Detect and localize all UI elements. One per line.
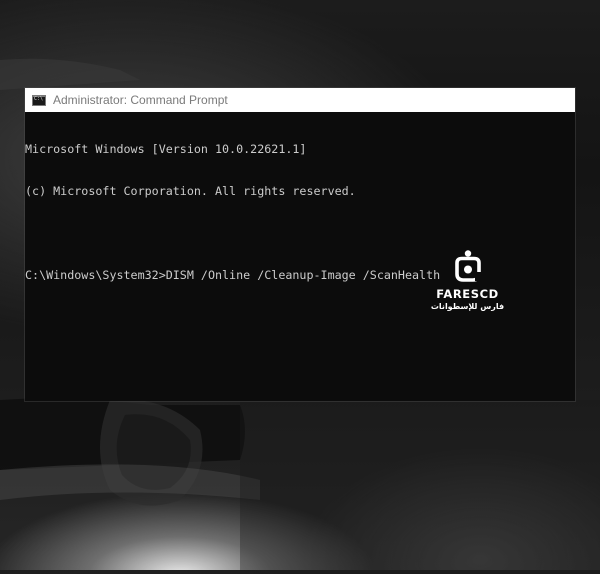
faresCD-logo-icon xyxy=(454,250,481,282)
cmd-icon xyxy=(32,94,46,106)
command-prompt-window[interactable]: Administrator: Command Prompt Microsoft … xyxy=(25,88,575,401)
console-line: (c) Microsoft Corporation. All rights re… xyxy=(25,184,356,198)
watermark-brand: FARESCD xyxy=(436,287,499,301)
window-titlebar[interactable]: Administrator: Command Prompt xyxy=(25,88,575,112)
console-line: Microsoft Windows [Version 10.0.22621.1] xyxy=(25,142,307,156)
window-title: Administrator: Command Prompt xyxy=(53,93,228,107)
watermark-logo: FARESCD فارس للإسطوانات xyxy=(425,250,510,312)
watermark-subtitle: فارس للإسطوانات xyxy=(430,302,505,311)
